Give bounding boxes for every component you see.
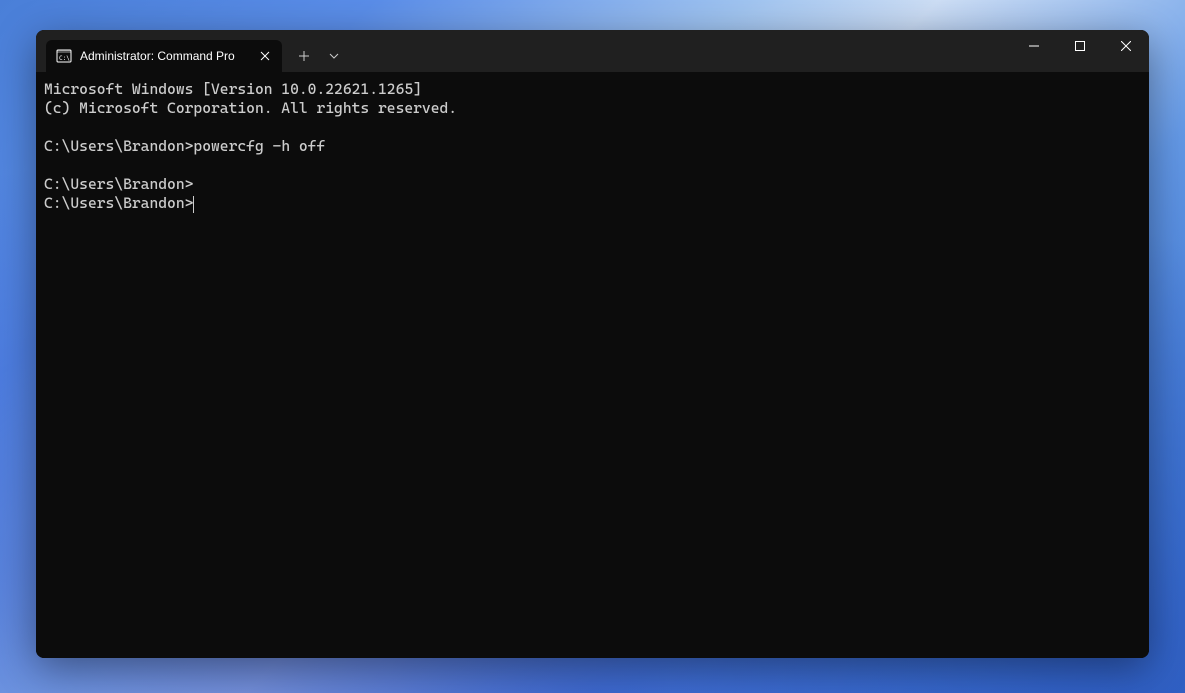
close-button[interactable]: [1103, 30, 1149, 62]
terminal-line: Microsoft Windows [Version 10.0.22621.12…: [44, 80, 422, 98]
active-tab[interactable]: C:\ Administrator: Command Pro: [46, 40, 282, 72]
tab-title: Administrator: Command Pro: [80, 49, 248, 63]
terminal-window: C:\ Administrator: Command Pro: [36, 30, 1149, 658]
tab-actions: [288, 40, 346, 72]
terminal-prompt: C:\Users\Brandon>: [44, 194, 193, 212]
svg-text:C:\: C:\: [59, 55, 70, 62]
title-bar: C:\ Administrator: Command Pro: [36, 30, 1149, 72]
tab-close-button[interactable]: [256, 47, 274, 65]
minimize-button[interactable]: [1011, 30, 1057, 62]
window-controls: [1011, 30, 1149, 72]
terminal-line: (c) Microsoft Corporation. All rights re…: [44, 99, 457, 117]
maximize-button[interactable]: [1057, 30, 1103, 62]
terminal-prompt: C:\Users\Brandon>: [44, 137, 193, 155]
tab-dropdown-button[interactable]: [322, 40, 346, 72]
terminal-prompt: C:\Users\Brandon>: [44, 175, 193, 193]
cmd-icon: C:\: [56, 48, 72, 64]
terminal-cursor: [193, 196, 194, 213]
new-tab-button[interactable]: [288, 40, 320, 72]
terminal-content[interactable]: Microsoft Windows [Version 10.0.22621.12…: [36, 72, 1149, 658]
terminal-command: powercfg -h off: [193, 137, 325, 155]
